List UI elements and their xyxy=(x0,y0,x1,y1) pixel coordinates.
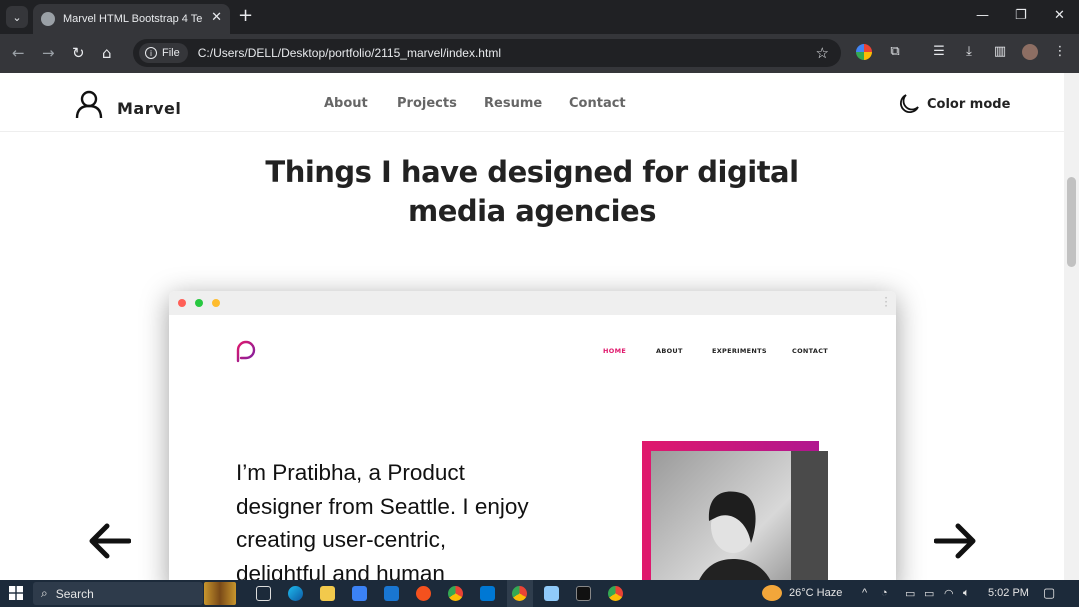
mock-kebab-icon: · · · xyxy=(884,291,888,313)
hero-line: designer from Seattle. I enjoy xyxy=(236,493,529,519)
brand-name[interactable]: Marvel xyxy=(117,99,181,118)
forward-icon[interactable]: → xyxy=(42,44,55,62)
globe-icon xyxy=(41,12,55,26)
tray-app-icon[interactable]: ◔ xyxy=(881,587,888,599)
wifi-icon[interactable]: ◠ xyxy=(944,587,954,600)
nav-link-projects[interactable]: Projects xyxy=(397,96,457,111)
address-bar[interactable]: i File C:/Users/DELL/Desktop/portfolio/21… xyxy=(133,39,841,67)
download-icon[interactable]: ⤓ xyxy=(961,44,977,60)
profile-avatar[interactable] xyxy=(1022,44,1038,60)
color-mode-toggle[interactable]: Color mode xyxy=(898,93,1010,115)
mock-nav-experiments: EXPERIMENTS xyxy=(712,347,767,355)
color-mode-label: Color mode xyxy=(927,96,1011,112)
heading-line-2: media agencies xyxy=(408,194,656,228)
edge-icon[interactable] xyxy=(288,586,303,601)
store-icon[interactable] xyxy=(352,586,367,601)
portrait-figure xyxy=(699,451,828,580)
home-icon[interactable]: ⌂ xyxy=(102,44,112,62)
tray-chevron-icon[interactable]: ^ xyxy=(862,587,867,599)
task-view-icon[interactable] xyxy=(256,586,271,601)
menu-kebab-icon[interactable]: ⋮ xyxy=(1052,44,1068,60)
chrome-active-icon[interactable] xyxy=(512,586,527,601)
moon-icon xyxy=(899,94,919,114)
notification-icon[interactable]: ▢ xyxy=(1043,585,1055,601)
bookmark-star-icon[interactable]: ☆ xyxy=(816,44,829,62)
windows-start-icon[interactable] xyxy=(9,586,23,600)
mock-hero-text: I’m Pratibha, a Product designer from Se… xyxy=(236,456,596,580)
weather-text[interactable]: 26°C Haze xyxy=(789,587,842,599)
reload-icon[interactable]: ↻ xyxy=(72,44,85,62)
hero-line: delightful and human xyxy=(236,560,445,581)
close-window-icon[interactable]: ✕ xyxy=(1054,8,1065,23)
new-tab-button[interactable]: + xyxy=(238,6,253,26)
arrow-right-icon[interactable] xyxy=(934,523,978,559)
url-text[interactable]: C:/Users/DELL/Desktop/portfolio/2115_mar… xyxy=(198,46,501,60)
mock-nav-about: ABOUT xyxy=(656,347,683,355)
mock-maximize-dot xyxy=(195,299,203,307)
volume-icon[interactable]: 🔈︎ xyxy=(963,587,970,600)
tab-search-button[interactable]: ⌄ xyxy=(6,6,28,28)
portrait-photo xyxy=(651,451,828,580)
hero-line: creating user-centric, xyxy=(236,527,447,552)
battery-icon[interactable]: ▭ xyxy=(924,587,934,600)
tab-title: Marvel HTML Bootstrap 4 Temp xyxy=(63,13,203,25)
side-panel-icon[interactable]: ▥ xyxy=(992,44,1008,60)
scrollbar-thumb[interactable] xyxy=(1067,177,1076,267)
file-explorer-icon[interactable] xyxy=(320,586,335,601)
mock-minimize-dot xyxy=(212,299,220,307)
page-scrollbar[interactable] xyxy=(1064,73,1079,580)
speech-bubble-logo-icon xyxy=(236,340,256,363)
section-heading: Things I have designed for digital media… xyxy=(262,153,802,231)
laptop-icon[interactable]: ▭ xyxy=(905,587,915,600)
web-page: Marvel About Projects Resume Contact Col… xyxy=(0,73,1064,580)
mock-nav-contact: CONTACT xyxy=(792,347,828,355)
user-icon[interactable] xyxy=(74,89,104,119)
site-info-chip[interactable]: i File xyxy=(139,43,188,63)
mock-browser-bar: · · · xyxy=(169,291,896,315)
mock-close-dot xyxy=(178,299,186,307)
windows-taskbar: ⌕ Search 26°C Haze ^ ◔ ▭ ▭ ◠ 🔈︎ 5:02 PM … xyxy=(0,580,1079,607)
info-icon: i xyxy=(145,47,157,59)
browser-tab[interactable]: Marvel HTML Bootstrap 4 Temp ✕ xyxy=(33,4,230,34)
close-tab-icon[interactable]: ✕ xyxy=(211,10,222,25)
clock-time[interactable]: 5:02 PM xyxy=(988,587,1029,599)
search-label: Search xyxy=(55,586,94,601)
back-icon[interactable]: ← xyxy=(12,44,25,62)
chrome-icon[interactable] xyxy=(448,586,463,601)
nav-link-resume[interactable]: Resume xyxy=(484,96,542,111)
browser-tab-strip: ⌄ Marvel HTML Bootstrap 4 Temp ✕ + — ❐ ✕ xyxy=(0,0,1079,34)
brave-icon[interactable] xyxy=(416,586,431,601)
hero-line: I’m Pratibha, a Product xyxy=(236,460,465,485)
search-icon: ⌕ xyxy=(41,586,48,600)
chrome-profile-icon[interactable] xyxy=(608,586,623,601)
nav-link-about[interactable]: About xyxy=(324,96,368,111)
restore-window-icon[interactable]: ❐ xyxy=(1015,8,1027,23)
site-navbar: Marvel About Projects Resume Contact Col… xyxy=(0,73,1064,132)
search-highlight-image[interactable] xyxy=(204,582,236,605)
color-extension-icon[interactable] xyxy=(856,44,872,60)
notepad-icon[interactable] xyxy=(544,586,559,601)
browser-toolbar: ← → ↻ ⌂ i File C:/Users/DELL/Desktop/port… xyxy=(0,34,1079,73)
extensions-icon[interactable]: ⧉ xyxy=(887,44,903,60)
heading-line-1: Things I have designed for digital xyxy=(265,155,799,189)
arrow-left-icon[interactable] xyxy=(87,523,131,559)
mock-nav-home: HOME xyxy=(603,347,627,355)
site-info-label: File xyxy=(162,47,180,59)
project-screenshot-card[interactable]: · · · HOME ABOUT EXPERIMENTS CONTACT I’m P… xyxy=(169,291,896,580)
minimize-window-icon[interactable]: — xyxy=(976,8,989,23)
terminal-icon[interactable] xyxy=(576,586,591,601)
mail-icon[interactable] xyxy=(384,586,399,601)
weather-haze-icon[interactable] xyxy=(762,585,782,601)
nav-link-contact[interactable]: Contact xyxy=(569,96,626,111)
vscode-icon[interactable] xyxy=(480,586,495,601)
reading-list-icon[interactable]: ☰ xyxy=(931,44,947,60)
taskbar-search-box[interactable]: ⌕ Search xyxy=(33,582,203,605)
